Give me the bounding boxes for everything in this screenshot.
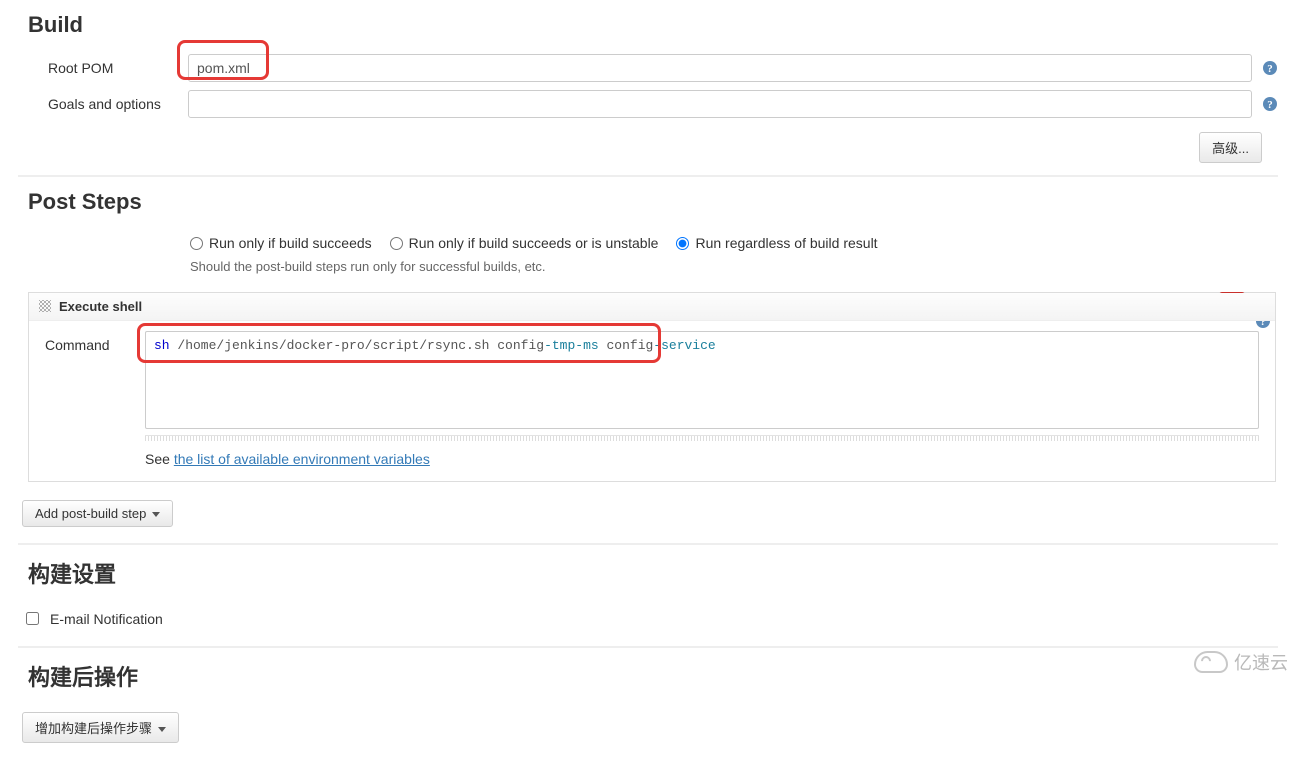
- divider: [18, 646, 1278, 648]
- section-title-post-build-actions: 构建后操作: [28, 660, 1296, 692]
- radio-regardless-label: Run regardless of build result: [695, 235, 877, 251]
- drag-handle-icon[interactable]: [39, 300, 51, 312]
- post-steps-hint: Should the post-build steps run only for…: [0, 255, 1296, 292]
- radio-regardless[interactable]: Run regardless of build result: [676, 235, 877, 251]
- radio-unstable-input[interactable]: [390, 237, 403, 250]
- command-label: Command: [45, 331, 145, 429]
- label-root-pom: Root POM: [48, 60, 188, 76]
- radio-unstable-label: Run only if build succeeds or is unstabl…: [409, 235, 659, 251]
- email-notification-label: E-mail Notification: [50, 611, 163, 627]
- svg-text:?: ?: [1267, 63, 1273, 75]
- divider: [18, 175, 1278, 177]
- row-goals: Goals and options ?: [0, 86, 1296, 122]
- see-prefix: See: [145, 451, 174, 467]
- add-post-build-action-row: 增加构建后操作步骤: [0, 704, 1296, 759]
- step-title: Execute shell: [59, 299, 142, 314]
- row-root-pom: Root POM ?: [0, 50, 1296, 86]
- env-vars-link[interactable]: the list of available environment variab…: [174, 451, 430, 467]
- radio-succeeds-label: Run only if build succeeds: [209, 235, 372, 251]
- add-post-build-action-button[interactable]: 增加构建后操作步骤: [22, 712, 179, 743]
- env-vars-row: See the list of available environment va…: [29, 441, 1275, 481]
- root-pom-input[interactable]: [188, 54, 1252, 82]
- email-notification-checkbox[interactable]: [26, 612, 39, 625]
- label-goals: Goals and options: [48, 96, 188, 112]
- divider: [18, 543, 1278, 545]
- radio-succeeds-input[interactable]: [190, 237, 203, 250]
- radio-unstable[interactable]: Run only if build succeeds or is unstabl…: [390, 235, 659, 251]
- email-notification-row: E-mail Notification: [0, 601, 1296, 646]
- advanced-button[interactable]: 高级...: [1199, 132, 1262, 163]
- radio-regardless-input[interactable]: [676, 237, 689, 250]
- radio-succeeds[interactable]: Run only if build succeeds: [190, 235, 372, 251]
- section-title-build-settings: 构建设置: [28, 557, 1296, 589]
- add-post-build-step-row: Add post-build step: [0, 492, 1296, 543]
- advanced-row: 高级...: [0, 122, 1296, 175]
- command-textarea[interactable]: sh /home/jenkins/docker-pro/script/rsync…: [145, 331, 1259, 429]
- section-title-build: Build: [28, 12, 1296, 38]
- execute-shell-block: X ? Execute shell Command sh /home/jenki…: [28, 292, 1276, 482]
- command-row: Command sh /home/jenkins/docker-pro/scri…: [29, 321, 1275, 435]
- goals-input[interactable]: [188, 90, 1252, 118]
- help-icon[interactable]: ?: [1262, 60, 1278, 76]
- svg-text:?: ?: [1267, 99, 1273, 111]
- step-header: Execute shell: [29, 293, 1275, 321]
- post-steps-radio-row: Run only if build succeeds Run only if b…: [0, 227, 1296, 255]
- section-title-post-steps: Post Steps: [28, 189, 1296, 215]
- help-icon[interactable]: ?: [1262, 96, 1278, 112]
- add-post-build-step-button[interactable]: Add post-build step: [22, 500, 173, 527]
